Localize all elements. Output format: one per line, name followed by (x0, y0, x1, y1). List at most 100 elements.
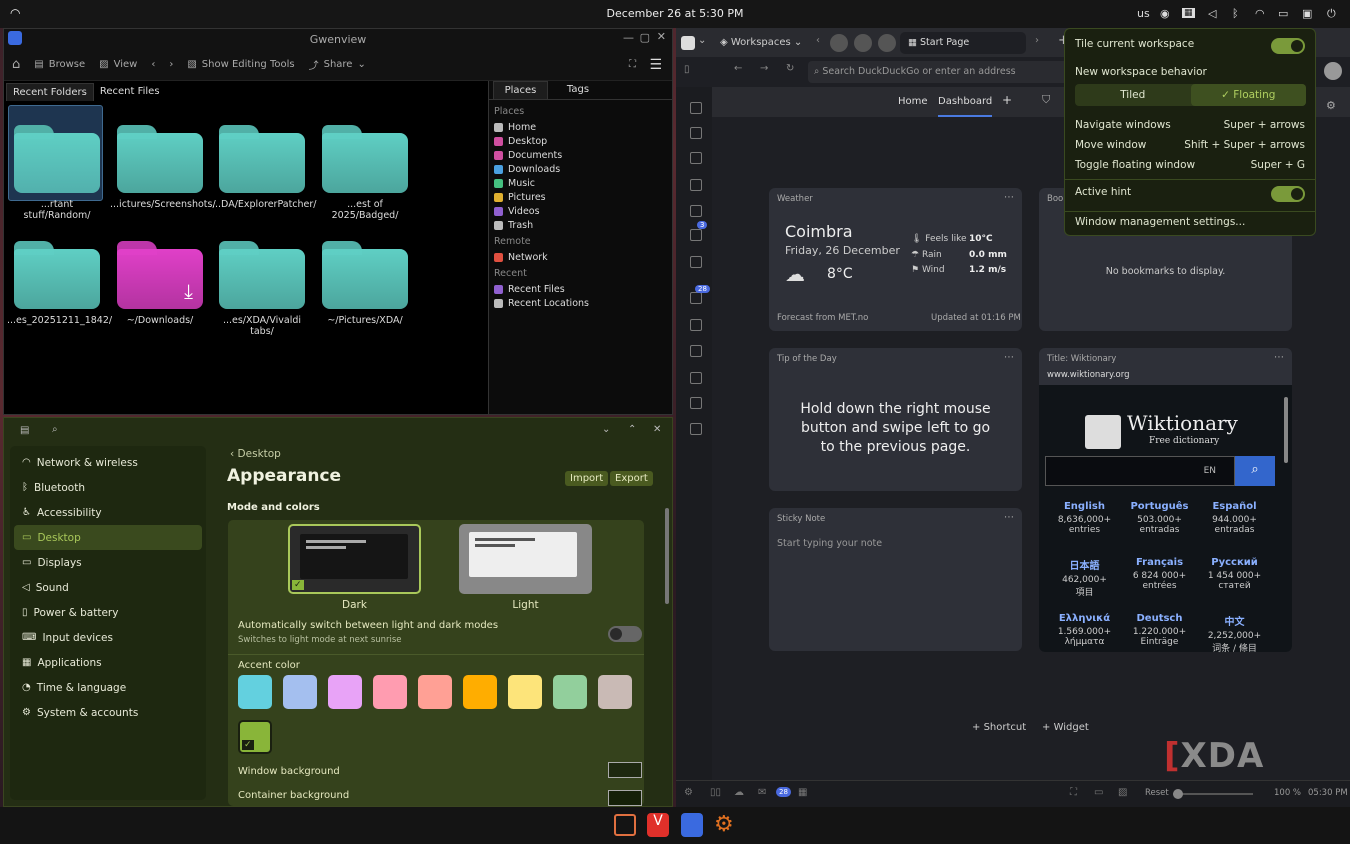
folder-item[interactable] (322, 125, 408, 195)
nav-dashboard[interactable]: Dashboard (938, 96, 993, 117)
tab-tags[interactable]: Tags (548, 81, 608, 99)
tile-workspace-row[interactable]: Tile current workspace (1075, 38, 1305, 54)
editing-tools-button[interactable]: ▧ Show Editing Tools (187, 59, 294, 70)
settings-scrollbar[interactable] (665, 508, 669, 604)
place-item[interactable]: Recent Files (494, 282, 667, 296)
place-item[interactable]: Documents (494, 148, 667, 162)
active-hint-toggle[interactable] (1271, 186, 1305, 202)
dark-mode-option[interactable]: ✓ (288, 524, 421, 594)
accent-swatch[interactable] (463, 675, 497, 709)
floating-option[interactable]: ✓ Floating (1190, 84, 1306, 106)
panel-icon[interactable] (690, 319, 702, 331)
lang-item[interactable]: 日本語 462,000+ 項目 (1047, 557, 1122, 598)
app-launcher-icon[interactable] (614, 814, 636, 836)
dashboard-settings-icon[interactable]: ⚙ (1326, 99, 1336, 112)
weather-source[interactable]: Forecast from MET.no (777, 313, 868, 323)
lang-item[interactable]: Deutsch 1.220.000+ Einträge (1122, 613, 1197, 647)
gwenview-titlebar[interactable]: Gwenview — ▢ ✕ (4, 29, 672, 49)
add-widget-button[interactable]: + Widget (1042, 722, 1089, 733)
active-hint-row[interactable]: Active hint (1075, 186, 1305, 202)
lang-item[interactable]: Español 944.000+ entradas (1197, 501, 1272, 535)
panel-icon[interactable] (690, 127, 702, 139)
breadcrumb[interactable]: ‹ Desktop (230, 448, 281, 460)
panel-icon[interactable] (690, 205, 702, 217)
accent-swatch[interactable] (238, 675, 272, 709)
search-button[interactable]: ⌕ (1235, 456, 1275, 486)
accent-swatch[interactable] (553, 675, 587, 709)
minimize-icon[interactable]: ⌄ (602, 424, 610, 435)
view-button[interactable]: ▨ View (99, 59, 137, 70)
panel-toggle-icon[interactable]: ▯ (684, 64, 690, 75)
place-item[interactable]: Downloads (494, 162, 667, 176)
widget-menu-icon[interactable]: ⋯ (1004, 352, 1014, 363)
back-icon[interactable]: ← (734, 63, 742, 74)
folder-item[interactable] (14, 241, 100, 311)
wiktionary-search-input[interactable]: EN (1045, 456, 1235, 486)
place-item[interactable]: Desktop (494, 134, 667, 148)
place-item[interactable]: Videos (494, 204, 667, 218)
panel-icon[interactable] (690, 256, 702, 268)
sidebar-toggle-icon[interactable]: ▤ (20, 425, 29, 436)
place-item[interactable]: Pictures (494, 190, 667, 204)
capture-icon[interactable]: ⛶ (1070, 787, 1077, 798)
sidebar-item[interactable]: ♿ Accessibility (14, 500, 202, 525)
hamburger-menu-icon[interactable]: ☰ (649, 57, 662, 73)
settings-app-icon[interactable]: ⚙ (714, 812, 734, 837)
accent-swatch[interactable] (418, 675, 452, 709)
tiling-icon[interactable]: ▯▯ (710, 787, 721, 798)
accent-swatch[interactable]: ✓ (238, 720, 272, 754)
tab-scroll-left-icon[interactable]: ‹ (816, 35, 820, 46)
vivaldi-menu-icon[interactable] (681, 36, 695, 50)
bluetooth-icon[interactable]: ᛒ (1232, 7, 1239, 20)
mail-icon[interactable]: ✉ (758, 787, 766, 798)
window-bg-swatch[interactable] (608, 762, 642, 778)
pinned-tab[interactable] (830, 34, 848, 52)
tab-places[interactable]: Places (493, 81, 548, 99)
tile-toggle[interactable] (1271, 38, 1305, 54)
maximize-icon[interactable]: ▢ (640, 31, 650, 44)
home-icon[interactable]: ⌂ (12, 57, 20, 72)
sidebar-item[interactable]: ⚙ System & accounts (14, 700, 202, 725)
add-shortcut-button[interactable]: + Shortcut (972, 722, 1026, 733)
widget-menu-icon[interactable]: ⋯ (1274, 352, 1284, 363)
settings-icon[interactable]: ⚙ (684, 787, 693, 798)
tiling-icon[interactable]: ▦ (1182, 8, 1195, 18)
back-icon[interactable]: ‹ (151, 59, 155, 70)
panel-icon[interactable] (690, 292, 702, 304)
gwenview-icon[interactable] (681, 813, 703, 837)
folder-item[interactable] (219, 125, 305, 195)
browse-button[interactable]: ▤ Browse (34, 59, 85, 70)
bookmark-icon[interactable]: ⛉ (1042, 93, 1050, 107)
lang-item[interactable]: 中文 2,252,000+ 词条 / 條目 (1197, 613, 1272, 652)
tab-recent-folders[interactable]: Recent Folders (6, 83, 94, 101)
pinned-tab[interactable] (878, 34, 896, 52)
forward-icon[interactable]: → (760, 63, 768, 74)
keyboard-layout[interactable]: us (1137, 7, 1150, 20)
lang-item[interactable]: Русский 1 454 000+ статей (1197, 557, 1272, 591)
container-bg-swatch[interactable] (608, 790, 642, 806)
search-icon[interactable]: ⌕ (52, 424, 58, 435)
calendar-icon[interactable]: ▦ (798, 787, 807, 798)
tab-start-page[interactable]: ▦ Start Page (900, 32, 1026, 54)
zoom-slider[interactable] (1173, 789, 1253, 799)
tab-recent-files[interactable]: Recent Files (94, 83, 166, 101)
sidebar-item[interactable]: ⌨ Input devices (14, 625, 202, 650)
sidebar-item[interactable]: ▯ Power & battery (14, 600, 202, 625)
nav-home[interactable]: Home (898, 96, 928, 107)
tab-scroll-right-icon[interactable]: › (1035, 35, 1039, 46)
auto-switch-toggle[interactable] (608, 626, 642, 642)
sidebar-item[interactable]: ▭ Displays (14, 550, 202, 575)
accent-swatch[interactable] (508, 675, 542, 709)
folder-item[interactable]: ⤓ (117, 241, 203, 311)
zoom-reset-button[interactable]: Reset (1145, 788, 1169, 798)
lang-item[interactable]: Ελληνικά 1.569.000+ λήμματα (1047, 613, 1122, 647)
share-button[interactable]: ⤴ Share ⌄ (309, 57, 366, 72)
place-item[interactable]: Network (494, 250, 667, 264)
sync-icon[interactable]: ☁ (734, 787, 744, 798)
widget-url[interactable]: www.wiktionary.org (1047, 370, 1129, 380)
widget-menu-icon[interactable]: ⋯ (1004, 512, 1014, 523)
panel-icon[interactable] (690, 229, 702, 241)
place-item[interactable]: Recent Locations (494, 296, 667, 310)
accent-swatch[interactable] (283, 675, 317, 709)
place-item[interactable]: Home (494, 120, 667, 134)
